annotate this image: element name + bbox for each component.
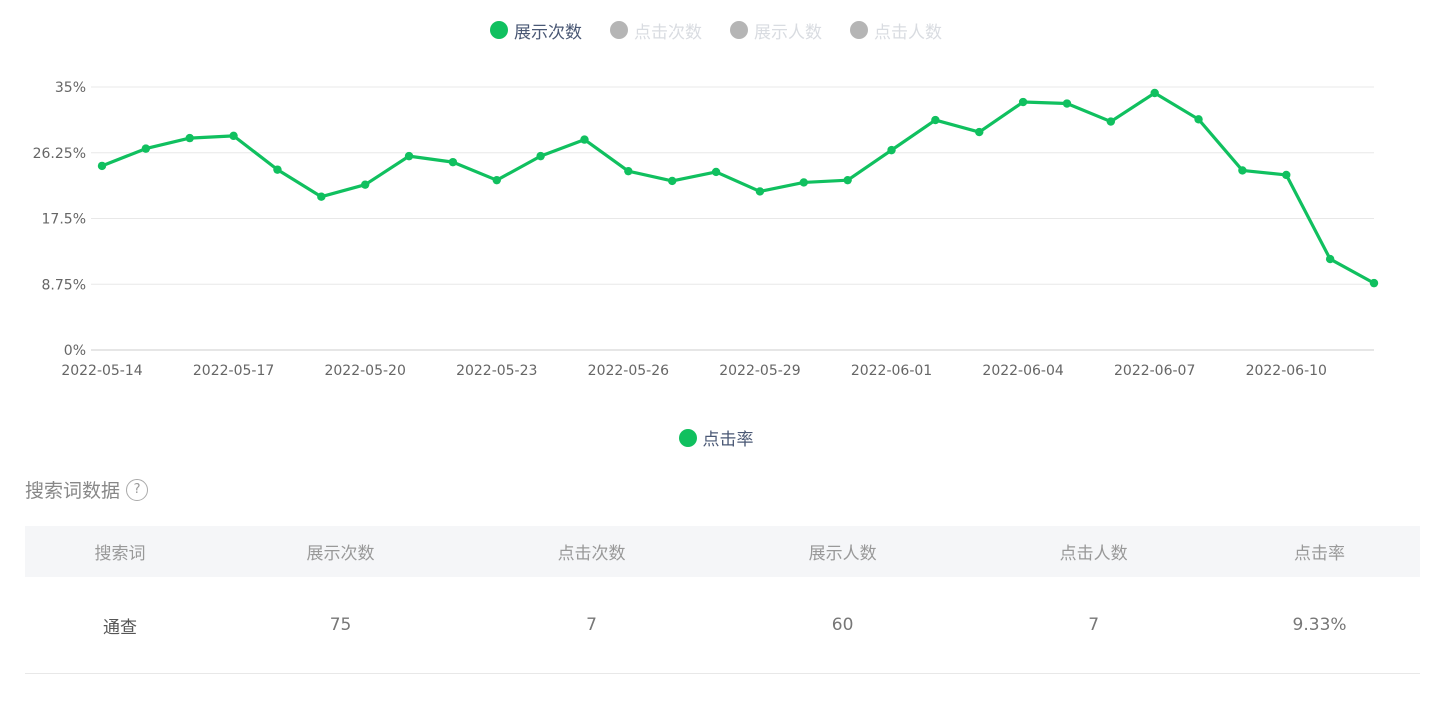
data-point [97, 161, 107, 171]
data-point [141, 144, 151, 153]
legend-dot-icon [678, 428, 697, 447]
data-point [229, 131, 238, 141]
data-point [360, 180, 370, 189]
x-tick-label: 2022-06-10 [1246, 363, 1327, 379]
legend-label: 点击人数 [874, 22, 942, 43]
header-clicks: 点击次数 [466, 526, 718, 577]
legend-item-impressions[interactable]: 展示次数 [490, 16, 582, 44]
data-point [404, 151, 414, 161]
legend-dot-icon [610, 21, 628, 39]
x-tick-label: 2022-05-14 [61, 363, 142, 379]
legend-dot-icon [850, 21, 868, 39]
legend-dot-icon [490, 21, 508, 39]
x-tick-label: 2022-05-17 [193, 363, 274, 379]
y-tick-label: 8.75% [42, 277, 86, 293]
x-tick-label: 2022-05-23 [456, 363, 537, 379]
legend-label: 点击次数 [634, 22, 702, 43]
cell-ctr: 9.33% [1219, 577, 1420, 674]
x-tick-label: 2022-05-26 [588, 363, 669, 379]
x-tick-label: 2022-06-01 [851, 363, 932, 379]
help-icon[interactable]: ? [126, 478, 149, 501]
data-point [624, 166, 633, 176]
data-point [580, 135, 589, 144]
bottom-legend: 点击率 [0, 425, 1432, 450]
header-impression-users: 展示人数 [717, 526, 969, 577]
data-point [448, 157, 458, 167]
data-point [1018, 97, 1028, 107]
data-point [185, 133, 194, 143]
data-point [536, 151, 545, 161]
x-tick-label: 2022-06-07 [1114, 363, 1195, 379]
table-row: 通查 75 7 60 7 9.33% [25, 577, 1420, 674]
legend-item-impression-users[interactable]: 展示人数 [730, 16, 822, 44]
cell-impressions: 75 [215, 577, 467, 674]
table-header-row: 搜索词 展示次数 点击次数 展示人数 点击人数 点击率 [25, 526, 1420, 577]
x-tick-label: 2022-05-29 [719, 363, 800, 379]
x-tick-label: 2022-06-04 [982, 363, 1063, 379]
data-point [1062, 99, 1072, 108]
legend-label: 点击率 [702, 430, 754, 450]
data-point [1150, 88, 1159, 98]
header-search-term: 搜索词 [25, 526, 216, 577]
section-title-text: 搜索词数据 [25, 480, 121, 502]
cell-search-term: 通查 [25, 577, 216, 674]
legend-label: 展示人数 [754, 22, 822, 43]
search-term-table: 搜索词 展示次数 点击次数 展示人数 点击人数 点击率 通查 75 7 60 7… [25, 526, 1420, 674]
x-tick-label: 2022-05-20 [324, 363, 405, 379]
cell-click-users: 7 [968, 577, 1220, 674]
header-ctr: 点击率 [1219, 526, 1420, 577]
data-point [1238, 166, 1247, 175]
legend-item-ctr[interactable]: 点击率 [678, 425, 754, 450]
legend-item-click-users[interactable]: 点击人数 [850, 16, 942, 44]
header-click-users: 点击人数 [968, 526, 1220, 577]
y-tick-label: 35% [55, 80, 86, 96]
legend-dot-icon [730, 21, 748, 39]
data-point [975, 127, 984, 137]
data-point [799, 178, 808, 187]
legend-item-clicks[interactable]: 点击次数 [610, 16, 702, 44]
data-point [1282, 170, 1291, 180]
data-point [273, 165, 282, 174]
data-point [755, 187, 765, 196]
data-point [1194, 115, 1203, 124]
data-point [1325, 254, 1335, 264]
data-point [1369, 278, 1379, 288]
data-point [711, 167, 721, 177]
data-point [317, 192, 326, 201]
line-chart: 0% 8.75% 17.5% 26.25% 35% 2022-05-14 2022-05-1… [33, 80, 1379, 379]
y-tick-label: 17.5% [42, 212, 86, 228]
legend-label: 展示次数 [514, 22, 582, 43]
header-impressions: 展示次数 [215, 526, 467, 577]
data-point [931, 115, 940, 125]
series-line [100, 91, 1376, 285]
data-point [492, 175, 501, 185]
cell-clicks: 7 [466, 577, 718, 674]
y-tick-label: 0% [64, 343, 86, 359]
cell-impression-users: 60 [717, 577, 969, 674]
data-point [668, 176, 677, 186]
data-point [1106, 117, 1116, 126]
top-legend: 展示次数 点击次数 展示人数 点击人数 [0, 16, 1432, 44]
data-point [887, 145, 896, 155]
data-point [843, 175, 852, 185]
y-tick-label: 26.25% [33, 146, 86, 162]
section-title: 搜索词数据 ? [25, 476, 149, 503]
